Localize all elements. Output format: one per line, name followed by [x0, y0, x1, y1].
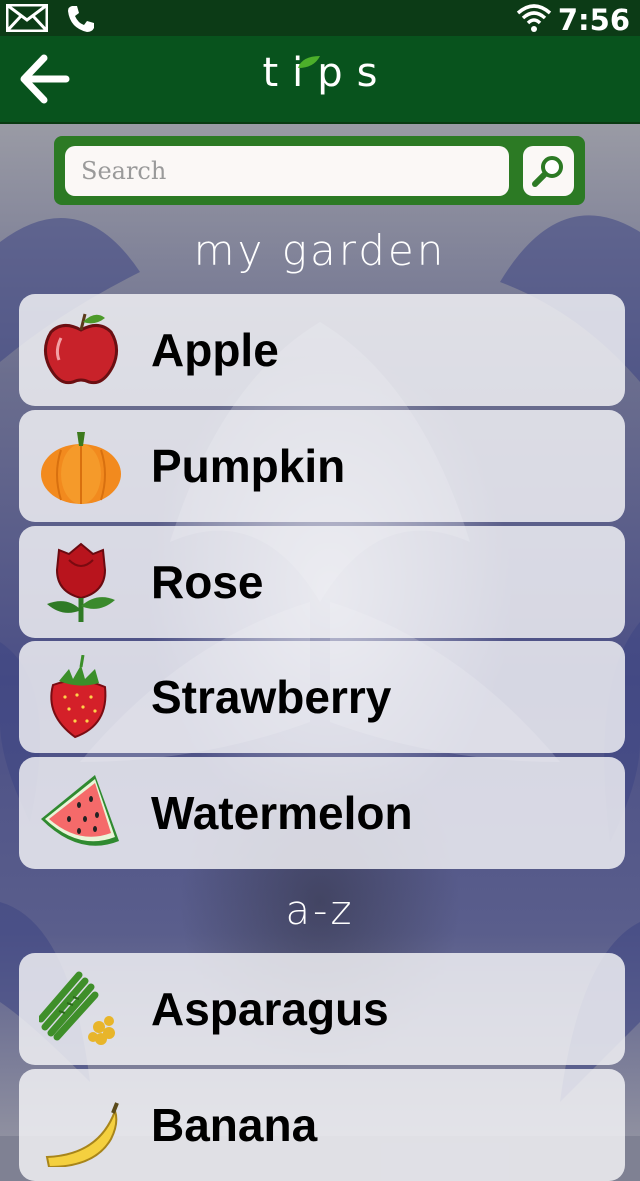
search-input[interactable] [65, 146, 509, 196]
search-button[interactable] [523, 146, 574, 196]
banana-icon [39, 1083, 123, 1169]
a-z-heading: a-z [285, 888, 355, 934]
list-item-label: Asparagus [151, 983, 389, 1035]
list-item-pumpkin[interactable]: Pumpkin [19, 410, 625, 522]
leaf-icon [296, 54, 322, 75]
list-item-watermelon[interactable]: Watermelon [19, 757, 625, 869]
list-item-rose[interactable]: Rose [19, 526, 625, 638]
list-item-label: Watermelon [151, 787, 413, 839]
list-item-apple[interactable]: Apple [19, 294, 625, 406]
apple-icon [39, 308, 123, 392]
my-garden-heading: my garden [193, 226, 447, 275]
list-item-strawberry[interactable]: Strawberry [19, 641, 625, 753]
phone-icon [66, 4, 96, 39]
search-icon [532, 156, 563, 187]
search-bar [54, 136, 585, 205]
status-bar: 7:56 [0, 0, 640, 39]
list-item-label: Apple [151, 324, 279, 376]
list-item-label: Strawberry [151, 671, 392, 723]
asparagus-icon [37, 967, 123, 1051]
watermelon-icon [39, 771, 123, 855]
list-item-asparagus[interactable]: Asparagus [19, 953, 625, 1065]
list-item-label: Pumpkin [151, 440, 346, 492]
rose-icon [39, 540, 123, 624]
pumpkin-icon [39, 424, 123, 508]
list-item-label: Rose [151, 556, 264, 608]
app-bar: tips [0, 36, 640, 124]
status-time: 7:56 [557, 3, 630, 37]
list-item-label: Banana [151, 1099, 318, 1151]
strawberry-icon [39, 654, 123, 739]
wifi-icon [516, 3, 552, 38]
list-item-banana[interactable]: Banana [19, 1069, 625, 1181]
mail-icon [5, 3, 49, 39]
